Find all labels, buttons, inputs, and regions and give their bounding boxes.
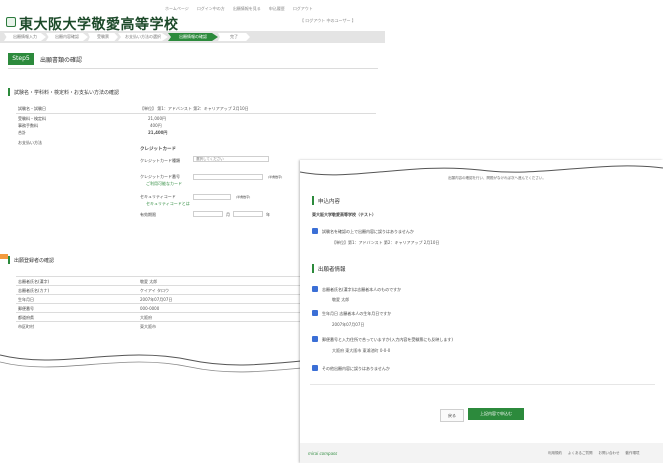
card-number-input[interactable] bbox=[193, 174, 263, 180]
section-marker bbox=[8, 256, 10, 264]
divider bbox=[16, 113, 376, 114]
check-label: 試験名を確認の上で出願内容に誤りはありませんか bbox=[322, 229, 414, 234]
fee-label: 事務手数料 bbox=[18, 123, 38, 128]
footer-link[interactable]: よくあるご質問 bbox=[568, 451, 593, 456]
card-number-label: クレジットカード番号 bbox=[140, 174, 180, 179]
check-label: 志願者氏名(漢字)は志願者本人のものですか bbox=[322, 287, 402, 292]
fee-value: 21,000円 bbox=[148, 116, 166, 121]
page-heading: 出願書類の確認 bbox=[40, 57, 83, 64]
top-link[interactable]: 申込履歴 bbox=[269, 6, 285, 12]
check-detail: 2007年07月07日 bbox=[332, 322, 365, 327]
top-links: ホームページ ログイン中の方 出願情報を見る 申込履歴 ログアウト bbox=[165, 6, 313, 12]
security-code-label: セキュリティコード bbox=[140, 194, 176, 199]
footer: mirai compass 利用規約 よくあるご質問 お問い合わせ 動作環境 bbox=[300, 443, 663, 463]
exam-value: 【単位】 第1：アドバンスト 第2：キャリアアップ 2月10日 bbox=[140, 106, 249, 111]
section-title: 出願者情報 bbox=[318, 267, 346, 273]
front-page-screenshot: 出願内容の確認を行い、問題がなければ次へ進んでください。 申込内容 東大阪大学敬… bbox=[300, 160, 663, 463]
check-label: 郵便番号と入力住所で合っていますか(入力内容を受験票にも反映します) bbox=[322, 337, 453, 342]
step-badge: Step5 bbox=[8, 53, 34, 65]
card-number-note: (半角数字) bbox=[268, 175, 283, 179]
exam-label: 試験名・試験日 bbox=[18, 106, 46, 111]
accent-marker bbox=[0, 254, 8, 259]
expiry-month-unit: 月 bbox=[226, 212, 230, 217]
top-link[interactable]: 出願情報を見る bbox=[233, 6, 261, 12]
expiry-month-select[interactable] bbox=[193, 211, 223, 217]
card-heading: クレジットカード bbox=[140, 147, 176, 152]
divider bbox=[310, 384, 655, 385]
security-code-help-link[interactable]: セキュリティコードとは bbox=[146, 201, 190, 207]
top-link[interactable]: ログイン中の方 bbox=[197, 6, 225, 12]
fee-total: 21,400円 bbox=[148, 130, 168, 135]
payment-label: お支払い方法 bbox=[18, 140, 42, 145]
school-logo-icon bbox=[6, 17, 16, 27]
security-code-input[interactable] bbox=[193, 194, 231, 200]
step-item: 出願内容確認 bbox=[46, 33, 88, 41]
section-marker bbox=[312, 196, 314, 205]
torn-edge bbox=[300, 160, 663, 176]
footer-link[interactable]: 利用規約 bbox=[548, 451, 562, 456]
divider bbox=[8, 68, 378, 69]
card-help-link[interactable]: ご利用可能なカード bbox=[146, 181, 182, 187]
applicant-value: 000-0000 bbox=[140, 306, 160, 311]
section-title: 申込内容 bbox=[318, 199, 341, 205]
fee-value: 400円 bbox=[150, 123, 162, 128]
section-marker bbox=[312, 264, 314, 273]
footer-links: 利用規約 よくあるご質問 お問い合わせ 動作環境 bbox=[548, 451, 640, 456]
logout-link[interactable]: ログアウト bbox=[293, 6, 313, 12]
step-item: 完了 bbox=[218, 33, 250, 41]
back-button[interactable]: 戻る bbox=[440, 409, 464, 422]
fee-label: 合計 bbox=[18, 130, 26, 135]
check-label: その他出願内容に誤りはありませんか bbox=[322, 366, 390, 371]
user-status: 【 ログアウト 中のユーザー 】 bbox=[300, 18, 356, 23]
checkbox-checked[interactable] bbox=[312, 286, 318, 292]
section-marker bbox=[8, 88, 10, 96]
step-progress-bar: 出願情報入力 出願内容確認 受験票 お支払い方法の選択 出願情報の確認 完了 bbox=[0, 31, 385, 43]
school-line: 東大阪大学敬愛高等学校（テスト） bbox=[312, 212, 376, 217]
expiry-label: 有効期限 bbox=[140, 212, 156, 217]
check-detail: 【単位】第1：アドバンスト 第2：キャリアアップ 2月10日 bbox=[332, 240, 440, 245]
check-label: 生年月日 志願者本人の生年月日ですか bbox=[322, 311, 392, 316]
check-detail: 大阪府 東大阪市 東鴻池町 0-0-0 bbox=[332, 348, 391, 353]
expiry-year-select[interactable] bbox=[233, 211, 263, 217]
checkbox-checked[interactable] bbox=[312, 336, 318, 342]
card-type-label: クレジットカード種類 bbox=[140, 158, 180, 163]
checkbox-checked[interactable] bbox=[312, 310, 318, 316]
top-notice: 出願内容の確認を行い、問題がなければ次へ進んでください。 bbox=[448, 176, 546, 180]
fee-label: 受験料・検定料 bbox=[18, 116, 46, 121]
card-type-select[interactable]: 選択してください bbox=[193, 156, 269, 162]
applicant-value: 東大阪市 bbox=[140, 324, 156, 329]
footer-link[interactable]: お問い合わせ bbox=[599, 451, 620, 456]
checkbox-checked[interactable] bbox=[312, 228, 318, 234]
submit-button[interactable]: 上記内容で申込む bbox=[468, 408, 524, 420]
step-item: お支払い方法の選択 bbox=[118, 33, 168, 41]
checkbox-checked[interactable] bbox=[312, 365, 318, 371]
applicant-label: 市区町村 bbox=[18, 324, 34, 329]
security-code-note: (半角数字) bbox=[236, 195, 251, 199]
check-detail: 敬愛 太郎 bbox=[332, 297, 350, 302]
footer-brand-logo: mirai compass bbox=[308, 451, 338, 456]
step-item: 受験票 bbox=[88, 33, 118, 41]
step-item-current: 出願情報の確認 bbox=[168, 33, 218, 41]
expiry-year-unit: 年 bbox=[266, 212, 270, 217]
footer-link[interactable]: 動作環境 bbox=[626, 451, 640, 456]
section-title: 出願登録者の確認 bbox=[14, 258, 55, 264]
section-title: 試験名・学科料・検定料・お支払い方法の確認 bbox=[14, 90, 120, 96]
step-item: 出願情報入力 bbox=[4, 33, 46, 41]
top-link[interactable]: ホームページ bbox=[165, 6, 189, 12]
